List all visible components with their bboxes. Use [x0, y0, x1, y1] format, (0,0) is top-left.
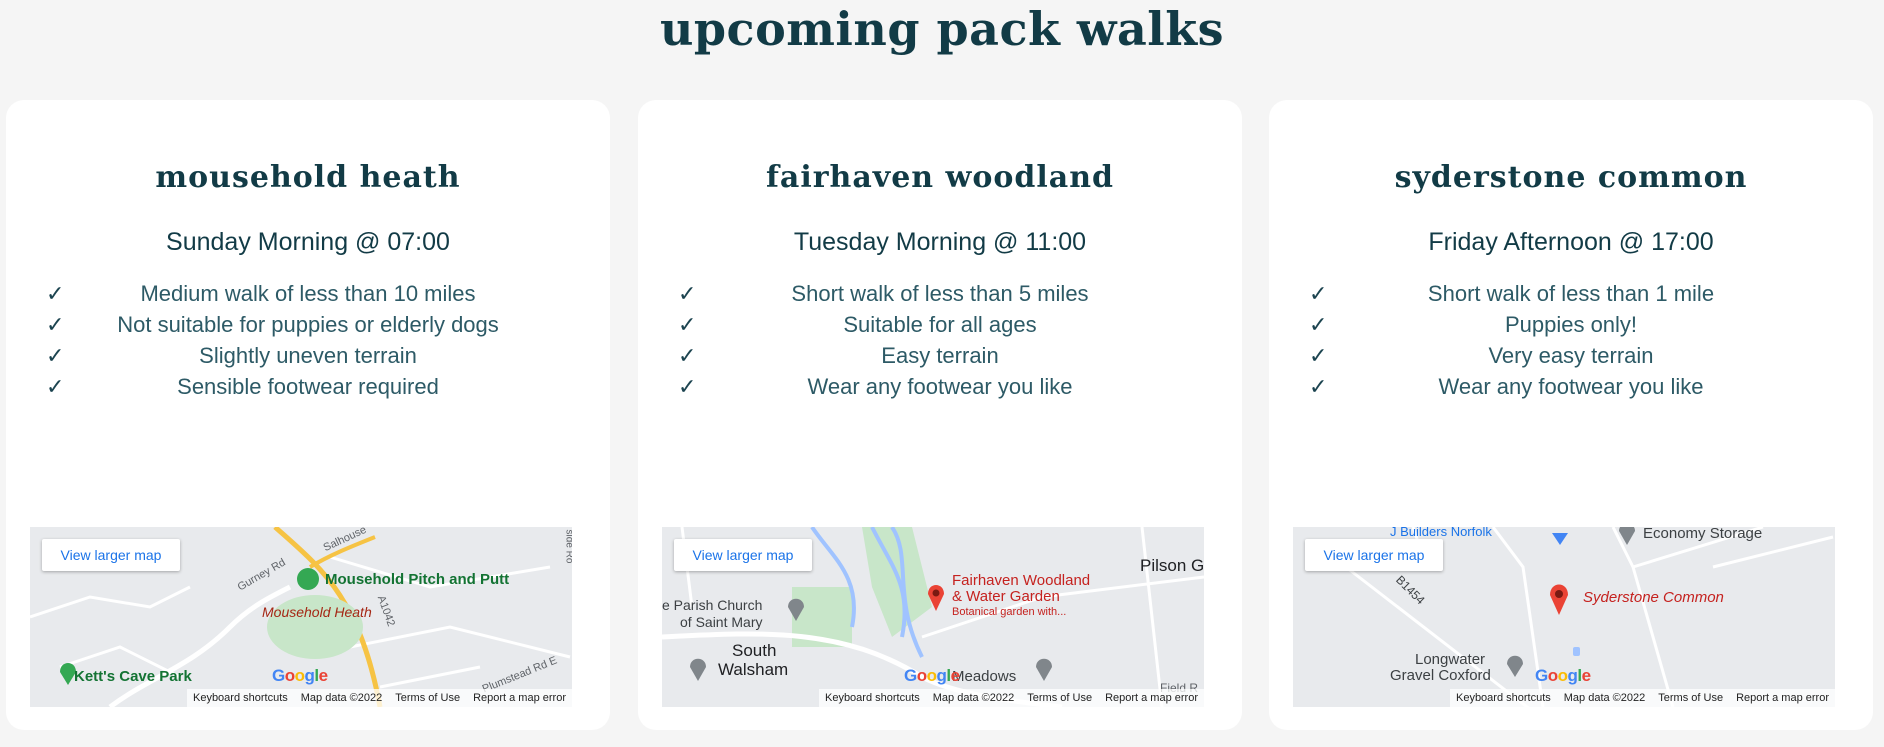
check-icon: ✓ [678, 312, 697, 337]
walk-card-fairhaven-woodland: fairhaven woodland Tuesday Morning @ 11:… [638, 100, 1242, 730]
walk-card-mousehold-heath: mousehold heath Sunday Morning @ 07:00 ✓… [6, 100, 610, 730]
check-icon: ✓ [678, 281, 697, 306]
feature-text: Medium walk of less than 10 miles [140, 281, 476, 306]
feature-item: ✓ Easy terrain [638, 340, 1242, 371]
map-label: Botanical garden with... [952, 606, 1067, 618]
feature-text: Slightly uneven terrain [199, 343, 417, 368]
map-label: & Water Garden [952, 588, 1060, 605]
map-label: Kett's Cave Park [74, 668, 192, 685]
map-embed[interactable]: Fairhaven Woodland & Water Garden Botani… [662, 527, 1204, 707]
view-larger-map-button[interactable]: View larger map [42, 539, 180, 571]
view-larger-map-button[interactable]: View larger map [1305, 539, 1443, 571]
check-icon: ✓ [1309, 374, 1328, 399]
map-label: Mousehold Heath [262, 604, 372, 620]
map-label: Fairhaven Woodland [952, 572, 1091, 589]
map-attribution: Keyboard shortcuts Map data ©2022 Terms of… [818, 689, 1204, 707]
walk-title: fairhaven woodland [765, 160, 1114, 195]
terms-of-use-link[interactable]: Terms of Use [1027, 692, 1092, 704]
map-label: e Parish Church [662, 597, 763, 613]
map-label: Mousehold Pitch and Putt [325, 571, 510, 588]
feature-item: ✓ Short walk of less than 1 mile [1269, 278, 1873, 309]
feature-item: ✓ Wear any footwear you like [1269, 371, 1873, 402]
map-embed[interactable]: Mousehold Pitch and Putt Mousehold Heath… [30, 527, 572, 707]
feature-item: ✓ Medium walk of less than 10 miles [6, 278, 610, 309]
feature-item: ✓ Suitable for all ages [638, 309, 1242, 340]
report-map-error-link[interactable]: Report a map error [473, 692, 566, 704]
map-label: Syderstone Common [1583, 589, 1724, 606]
keyboard-shortcuts-link[interactable]: Keyboard shortcuts [1456, 692, 1551, 704]
check-icon: ✓ [46, 312, 65, 337]
feature-text: Short walk of less than 5 miles [791, 281, 1089, 306]
check-icon: ✓ [1309, 312, 1328, 337]
map-label: Longwater [1415, 651, 1486, 668]
keyboard-shortcuts-link[interactable]: Keyboard shortcuts [825, 692, 920, 704]
feature-text: Puppies only! [1504, 312, 1638, 337]
feature-item: ✓ Not suitable for puppies or elderly dog… [6, 309, 610, 340]
feature-item: ✓ Slightly uneven terrain [6, 340, 610, 371]
walk-features: ✓ Short walk of less than 5 miles ✓ Suitab… [638, 278, 1242, 402]
feature-text: Sensible footwear required [177, 374, 439, 399]
google-logo: Google [904, 666, 960, 685]
feature-text: Not suitable for puppies or elderly dogs [117, 312, 499, 337]
view-larger-map-button[interactable]: View larger map [674, 539, 812, 571]
terms-of-use-link[interactable]: Terms of Use [1658, 692, 1723, 704]
feature-item: ✓ Puppies only! [1269, 309, 1873, 340]
report-map-error-link[interactable]: Report a map error [1736, 692, 1829, 704]
check-icon: ✓ [678, 374, 697, 399]
feature-text: Suitable for all ages [843, 312, 1037, 337]
map-embed[interactable]: J Builders Norfolk Economy Storage Syder… [1293, 527, 1835, 707]
map-label: South [732, 641, 777, 660]
feature-text: Wear any footwear you like [1438, 374, 1704, 399]
map-label: side Ro [563, 529, 572, 564]
feature-text: Wear any footwear you like [807, 374, 1073, 399]
walk-time: Tuesday Morning @ 11:00 [793, 228, 1087, 256]
walk-time: Sunday Morning @ 07:00 [166, 228, 450, 256]
feature-text: Short walk of less than 1 mile [1427, 281, 1715, 306]
walk-card-syderstone-common: syderstone common Friday Afternoon @ 17:… [1269, 100, 1873, 730]
map-label: Pilson G [1140, 556, 1204, 575]
feature-item: ✓ Very easy terrain [1269, 340, 1873, 371]
map-data-text: Map data ©2022 [932, 692, 1015, 704]
walk-title: mousehold heath [155, 160, 461, 195]
terms-of-use-link[interactable]: Terms of Use [395, 692, 460, 704]
google-logo: Google [272, 666, 328, 685]
report-map-error-link[interactable]: Report a map error [1105, 692, 1198, 704]
check-icon: ✓ [1309, 343, 1328, 368]
feature-item: ✓ Short walk of less than 5 miles [638, 278, 1242, 309]
map-label: Walsham [718, 660, 789, 679]
google-logo: Google [1535, 666, 1591, 685]
map-label: Economy Storage [1643, 527, 1763, 542]
map-attribution: Keyboard shortcuts Map data ©2022 Terms of… [186, 689, 572, 707]
map-label: J Builders Norfolk [1390, 527, 1492, 539]
map-label: Meadows [952, 668, 1017, 685]
feature-text: Easy terrain [881, 343, 999, 368]
feature-item: ✓ Wear any footwear you like [638, 371, 1242, 402]
check-icon: ✓ [678, 343, 697, 368]
map-data-text: Map data ©2022 [300, 692, 383, 704]
check-icon: ✓ [46, 374, 65, 399]
map-label: of Saint Mary [680, 614, 763, 630]
walk-title: syderstone common [1394, 160, 1748, 195]
map-label: Gravel Coxford [1390, 667, 1491, 684]
feature-item: ✓ Sensible footwear required [6, 371, 610, 402]
walk-features: ✓ Medium walk of less than 10 miles ✓ Not … [6, 278, 610, 402]
walk-features: ✓ Short walk of less than 1 mile ✓ Puppies… [1269, 278, 1873, 402]
feature-text: Very easy terrain [1488, 343, 1654, 368]
page-title: upcoming pack walks [659, 2, 1225, 56]
map-data-text: Map data ©2022 [1563, 692, 1646, 704]
check-icon: ✓ [1309, 281, 1328, 306]
map-attribution: Keyboard shortcuts Map data ©2022 Terms of… [1449, 689, 1835, 707]
walk-time: Friday Afternoon @ 17:00 [1428, 228, 1714, 256]
keyboard-shortcuts-link[interactable]: Keyboard shortcuts [193, 692, 288, 704]
check-icon: ✓ [46, 281, 65, 306]
check-icon: ✓ [46, 343, 65, 368]
